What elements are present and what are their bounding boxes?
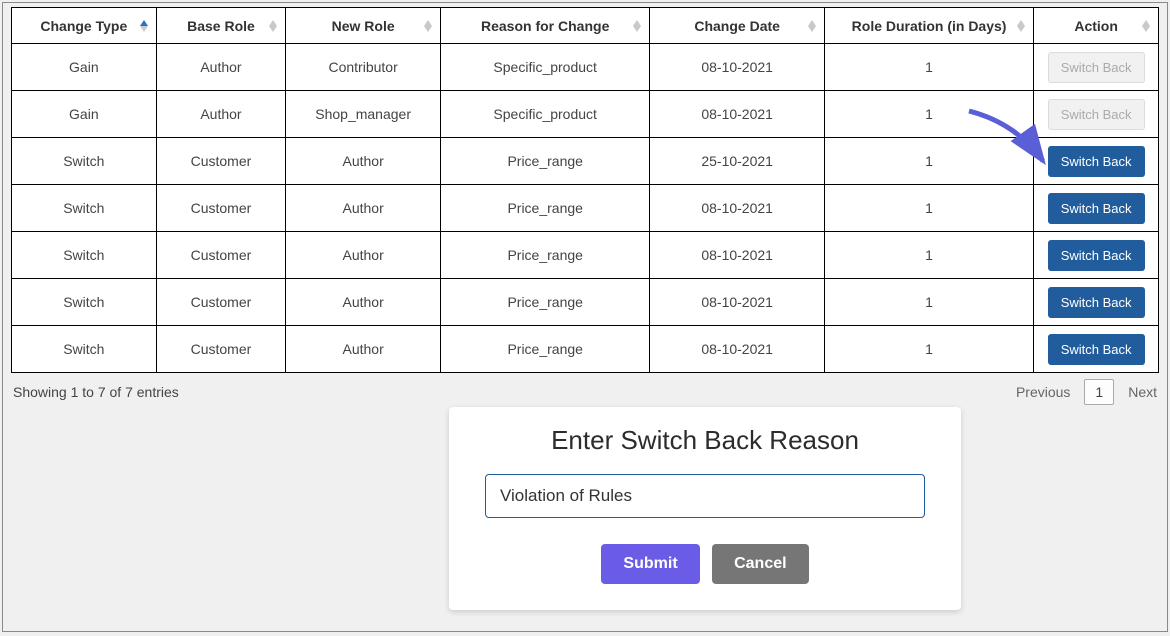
column-header[interactable]: Role Duration (in Days) <box>824 8 1033 44</box>
action-cell: Switch Back <box>1034 279 1159 326</box>
switch-back-button[interactable]: Switch Back <box>1048 146 1145 177</box>
column-header[interactable]: Change Date <box>650 8 824 44</box>
table-cell: 08-10-2021 <box>650 44 824 91</box>
table-header-row: Change TypeBase RoleNew RoleReason for C… <box>12 8 1159 44</box>
table-cell: Switch <box>12 138 157 185</box>
action-cell: Switch Back <box>1034 91 1159 138</box>
table-cell: Switch <box>12 232 157 279</box>
table-cell: Author <box>286 138 441 185</box>
switch-back-button: Switch Back <box>1048 99 1145 130</box>
table-cell: Author <box>156 44 286 91</box>
table-cell: Customer <box>156 138 286 185</box>
table-cell: 25-10-2021 <box>650 138 824 185</box>
switch-back-button[interactable]: Switch Back <box>1048 240 1145 271</box>
switch-back-reason-modal: Enter Switch Back Reason Submit Cancel <box>449 407 961 610</box>
table-cell: Author <box>156 91 286 138</box>
pagination-next[interactable]: Next <box>1128 384 1157 400</box>
table-cell: Author <box>286 232 441 279</box>
column-header[interactable]: Action <box>1034 8 1159 44</box>
table-cell: Price_range <box>440 279 649 326</box>
table-cell: Author <box>286 185 441 232</box>
switch-back-button[interactable]: Switch Back <box>1048 193 1145 224</box>
switch-back-button: Switch Back <box>1048 52 1145 83</box>
table-body: GainAuthorContributorSpecific_product08-… <box>12 44 1159 373</box>
table-cell: 1 <box>824 91 1033 138</box>
table-cell: Author <box>286 279 441 326</box>
table-cell: Shop_manager <box>286 91 441 138</box>
action-cell: Switch Back <box>1034 44 1159 91</box>
switch-back-button[interactable]: Switch Back <box>1048 334 1145 365</box>
action-cell: Switch Back <box>1034 185 1159 232</box>
action-cell: Switch Back <box>1034 232 1159 279</box>
table-cell: 1 <box>824 138 1033 185</box>
table-row: SwitchCustomerAuthorPrice_range08-10-202… <box>12 185 1159 232</box>
table-row: SwitchCustomerAuthorPrice_range25-10-202… <box>12 138 1159 185</box>
table-cell: Price_range <box>440 185 649 232</box>
modal-title: Enter Switch Back Reason <box>479 425 931 456</box>
table-cell: 1 <box>824 185 1033 232</box>
table-cell: Switch <box>12 326 157 373</box>
table-cell: Specific_product <box>440 91 649 138</box>
table-cell: Customer <box>156 232 286 279</box>
pagination-previous[interactable]: Previous <box>1016 384 1070 400</box>
action-cell: Switch Back <box>1034 326 1159 373</box>
table-cell: 08-10-2021 <box>650 185 824 232</box>
table-cell: 1 <box>824 232 1033 279</box>
switch-back-button[interactable]: Switch Back <box>1048 287 1145 318</box>
table-cell: 1 <box>824 44 1033 91</box>
table-row: GainAuthorShop_managerSpecific_product08… <box>12 91 1159 138</box>
table-cell: Customer <box>156 326 286 373</box>
table-cell: 08-10-2021 <box>650 279 824 326</box>
submit-button[interactable]: Submit <box>601 544 699 584</box>
column-header[interactable]: New Role <box>286 8 441 44</box>
column-header[interactable]: Base Role <box>156 8 286 44</box>
table-row: GainAuthorContributorSpecific_product08-… <box>12 44 1159 91</box>
table-cell: Switch <box>12 185 157 232</box>
column-header[interactable]: Reason for Change <box>440 8 649 44</box>
table-cell: Price_range <box>440 138 649 185</box>
table-cell: Switch <box>12 279 157 326</box>
table-cell: Author <box>286 326 441 373</box>
table-cell: 08-10-2021 <box>650 326 824 373</box>
table-cell: 1 <box>824 279 1033 326</box>
cancel-button[interactable]: Cancel <box>712 544 808 584</box>
table-cell: Contributor <box>286 44 441 91</box>
table-cell: Specific_product <box>440 44 649 91</box>
table-cell: Gain <box>12 44 157 91</box>
column-header[interactable]: Change Type <box>12 8 157 44</box>
table-info: Showing 1 to 7 of 7 entries <box>13 384 179 400</box>
table-row: SwitchCustomerAuthorPrice_range08-10-202… <box>12 279 1159 326</box>
table-cell: 08-10-2021 <box>650 91 824 138</box>
table-cell: 08-10-2021 <box>650 232 824 279</box>
table-cell: Price_range <box>440 326 649 373</box>
table-row: SwitchCustomerAuthorPrice_range08-10-202… <box>12 326 1159 373</box>
table-cell: Customer <box>156 279 286 326</box>
table-cell: Gain <box>12 91 157 138</box>
table-cell: 1 <box>824 326 1033 373</box>
role-changes-table: Change TypeBase RoleNew RoleReason for C… <box>11 7 1159 373</box>
action-cell: Switch Back <box>1034 138 1159 185</box>
pagination-page-1[interactable]: 1 <box>1084 379 1114 405</box>
table-cell: Price_range <box>440 232 649 279</box>
table-row: SwitchCustomerAuthorPrice_range08-10-202… <box>12 232 1159 279</box>
reason-input[interactable] <box>485 474 925 518</box>
pagination: Previous 1 Next <box>1016 379 1157 405</box>
table-cell: Customer <box>156 185 286 232</box>
